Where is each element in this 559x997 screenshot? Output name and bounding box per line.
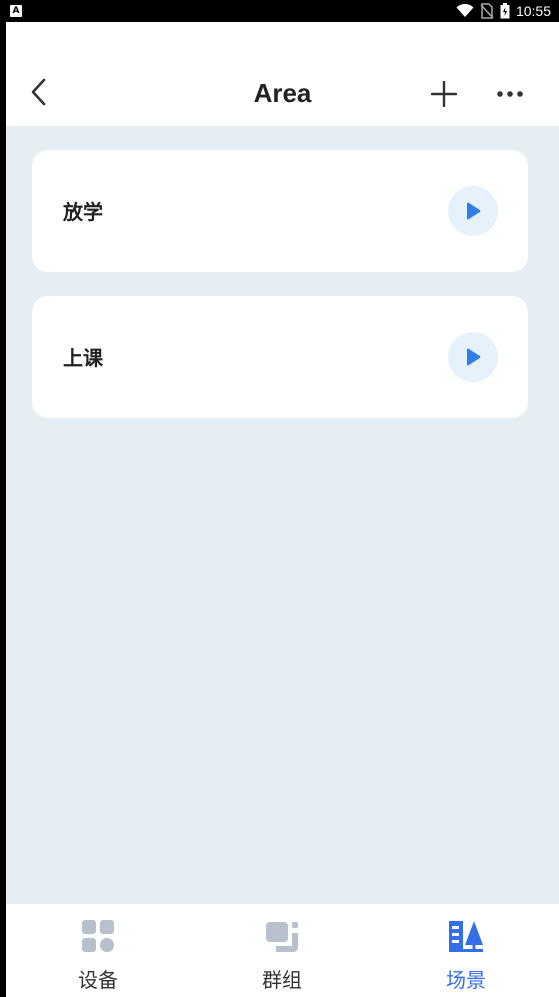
add-scene-button[interactable] [428,78,460,110]
scene-play-button[interactable] [448,186,498,236]
wifi-icon [456,4,474,17]
play-icon [467,348,481,366]
notification-icon: A [10,5,22,17]
no-sim-icon [480,3,494,19]
tab-devices[interactable]: 设备 [6,904,190,997]
play-icon [467,202,481,220]
tab-label: 群组 [262,968,302,992]
status-icons: 10:55 [456,2,551,20]
tab-label: 场景 [446,968,486,992]
devices-grid-icon [82,920,114,952]
battery-icon [500,3,510,19]
more-horizontal-icon [497,91,523,97]
scene-icon [449,921,483,952]
scene-list: 放学 上课 [32,150,528,442]
scene-card[interactable]: 放学 [32,150,528,272]
tab-label: 设备 [78,968,118,992]
status-bar: A 10:55 [0,0,559,22]
tab-scenes[interactable]: 场景 [374,904,558,997]
scene-name: 上课 [63,346,103,370]
scene-name: 放学 [63,200,103,224]
header: Area [6,22,559,126]
scene-card[interactable]: 上课 [32,296,528,418]
scene-play-button[interactable] [448,332,498,382]
group-icon [266,922,298,952]
more-button[interactable] [494,80,526,108]
plus-icon [431,81,457,107]
screen: Area 放学 上课 设备 群组 场景 [6,22,559,997]
tab-groups[interactable]: 群组 [190,904,374,997]
bottom-tab-bar: 设备 群组 场景 [6,904,559,997]
page-title: Area [253,78,312,108]
status-time: 10:55 [515,3,551,19]
